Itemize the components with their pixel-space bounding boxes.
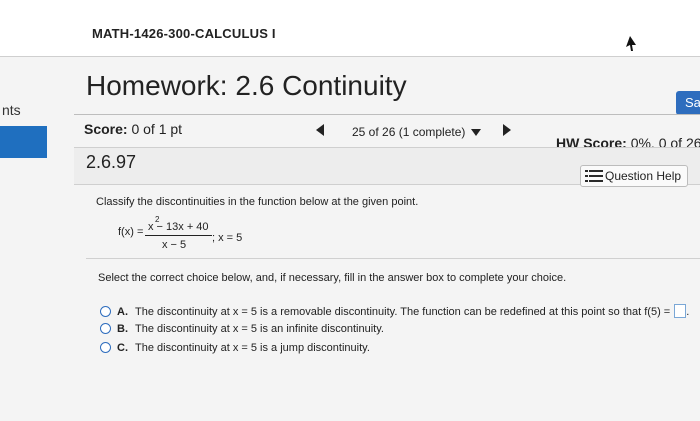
- choice-text: The discontinuity at x = 5 is a jump dis…: [135, 342, 370, 354]
- triangle-down-icon[interactable]: [471, 129, 481, 136]
- homework-title: Homework: 2.6 Continuity: [86, 70, 407, 101]
- choice-a[interactable]: A. The discontinuity at x = 5 is a remova…: [100, 304, 689, 318]
- course-title: MATH-1426-300-CALCULUS I: [92, 26, 276, 41]
- save-button[interactable]: Sa: [676, 91, 700, 115]
- score-label: Score:: [84, 121, 128, 137]
- top-bar: MATH-1426-300-CALCULUS I: [0, 0, 700, 57]
- radio-button[interactable]: [100, 306, 111, 317]
- choice-letter: C.: [117, 342, 128, 354]
- given-point: ; x = 5: [212, 232, 243, 244]
- question-prompt: Classify the discontinuities in the func…: [96, 196, 419, 208]
- choice-text: The discontinuity at x = 5 is an infinit…: [135, 323, 384, 335]
- score-display: Score: 0 of 1 pt: [84, 121, 182, 137]
- instruction-text: Select the correct choice below, and, if…: [98, 272, 567, 284]
- divider: [74, 114, 700, 115]
- numerator-exponent: 2: [155, 215, 160, 224]
- question-help-button[interactable]: Question Help: [580, 165, 688, 187]
- sidebar-label[interactable]: nts: [2, 102, 21, 118]
- function-label: f(x) =: [118, 226, 144, 238]
- fraction-denominator: x − 5: [162, 239, 187, 251]
- sidebar-active-item[interactable]: [0, 126, 47, 158]
- question-help-label: Question Help: [605, 169, 682, 183]
- choice-text: The discontinuity at x = 5 is a removabl…: [135, 306, 671, 318]
- divider: [86, 258, 700, 259]
- triangle-left-icon[interactable]: [316, 124, 324, 136]
- mouse-cursor-icon: [626, 36, 636, 51]
- question-number: 2.6.97: [86, 152, 137, 172]
- radio-button[interactable]: [100, 323, 111, 334]
- question-nav-label[interactable]: 25 of 26 (1 complete): [352, 125, 465, 139]
- choice-c[interactable]: C. The discontinuity at x = 5 is a jump d…: [100, 342, 370, 354]
- score-value: 0 of 1 pt: [131, 121, 183, 137]
- radio-button[interactable]: [100, 342, 111, 353]
- triangle-right-icon[interactable]: [503, 124, 511, 136]
- answer-input[interactable]: [674, 304, 687, 318]
- fraction-bar: [145, 235, 212, 236]
- choice-suffix: .: [686, 306, 690, 318]
- list-icon: [585, 170, 603, 182]
- choice-letter: B.: [117, 323, 128, 335]
- choice-b[interactable]: B. The discontinuity at x = 5 is an infin…: [100, 323, 384, 335]
- choice-letter: A.: [117, 306, 128, 318]
